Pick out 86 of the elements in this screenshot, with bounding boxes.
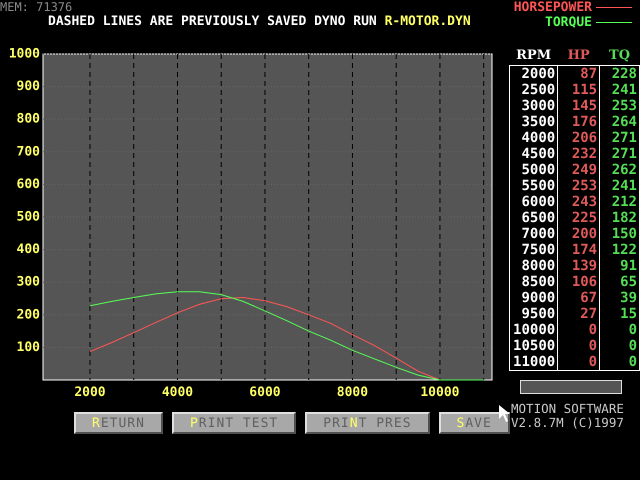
table-cell: 2000 (510, 66, 558, 82)
column-header: RPM (510, 48, 558, 66)
table-cell: 87 (558, 66, 600, 82)
table-cell: 106 (558, 274, 600, 290)
table-cell: 27 (558, 306, 600, 322)
table-cell: 262 (600, 162, 640, 178)
table-cell: 271 (600, 130, 640, 146)
x-axis-label: 8000 (336, 385, 368, 400)
table-cell: 0 (600, 322, 640, 338)
table-cell: 39 (600, 290, 640, 306)
table-cell: 139 (558, 258, 600, 274)
table-cell: 91 (600, 258, 640, 274)
menu-button[interactable]: SAVE (438, 412, 510, 434)
table-cell: 3500 (510, 114, 558, 130)
y-axis-label: 600 (16, 176, 40, 192)
y-axis-label: 500 (16, 210, 40, 225)
chart-title: DASHED LINES ARE PREVIOUSLY SAVED DYNO RUN R-MOTOR.DYN (47, 14, 472, 30)
table-cell: 15 (600, 306, 640, 322)
legend-label: TORQUE (545, 15, 592, 30)
table-cell: 6000 (510, 194, 558, 210)
table-cell: 243 (558, 194, 600, 210)
table-cell: 122 (600, 242, 640, 258)
table-cell: 4500 (510, 146, 558, 162)
menu-button[interactable]: PRI NT PRES (305, 412, 430, 434)
table-cell: 174 (558, 242, 600, 258)
table-cell: 225 (558, 210, 600, 226)
table-cell: 11000 (510, 354, 558, 370)
table-cell: 253 (558, 178, 600, 194)
y-axis-label: 800 (16, 112, 40, 127)
x-axis-label: 10000 (420, 385, 460, 400)
table-cell: 232 (558, 146, 600, 162)
table-cell: 9500 (510, 306, 558, 322)
table-cell: 253 (600, 98, 640, 114)
table-cell: 241 (600, 178, 640, 194)
legend-label: HORSEPOWER (514, 0, 592, 15)
menu-button[interactable]: PRINT TEST (172, 412, 296, 434)
y-axis-label: 200 (16, 307, 40, 322)
table-cell: 200 (558, 226, 600, 242)
table-cell: 65 (600, 274, 640, 290)
y-axis-label: 300 (16, 274, 40, 290)
table-cell: 115 (558, 82, 600, 98)
table-cell: 67 (558, 290, 600, 306)
table-cell: 5500 (510, 178, 558, 194)
table-cell: 150 (600, 226, 640, 242)
column-header: HP (558, 48, 600, 66)
y-axis-label: 100 (16, 340, 40, 355)
table-cell: 0 (558, 338, 600, 354)
table-cell: 10500 (510, 338, 558, 354)
column-header: TQ (600, 48, 640, 66)
y-axis-label: 700 (16, 144, 40, 160)
table-cell: 4000 (510, 130, 558, 146)
table-cell: 182 (600, 210, 640, 226)
table-cell: 206 (558, 130, 600, 146)
table-cell: 8500 (510, 274, 558, 290)
table-cell: 8000 (510, 258, 558, 274)
table-cell: 0 (558, 322, 600, 338)
table-cell: 3000 (510, 98, 558, 114)
table-cell: 241 (600, 82, 640, 98)
mouse-pointer-icon (499, 405, 511, 423)
x-axis-label: 6000 (249, 385, 281, 400)
version-text: V2.8.7M (C)1997 (511, 416, 625, 430)
table-cell: 7000 (510, 226, 558, 242)
table-cell: 212 (600, 194, 640, 210)
table-cell: 0 (600, 354, 640, 370)
table-cell: 145 (558, 98, 600, 114)
x-axis-label: 4000 (162, 385, 194, 400)
version-text: MOTION SOFTWARE (511, 402, 625, 416)
table-cell: 0 (600, 338, 640, 354)
table-cell: 5000 (510, 162, 558, 178)
table-cell: 176 (558, 114, 600, 130)
menu-button[interactable]: RETURN (74, 412, 163, 434)
table-cell: 228 (600, 66, 640, 82)
y-axis-label: 400 (16, 242, 40, 258)
table-cell: 264 (600, 114, 640, 130)
x-axis-label: 2000 (74, 385, 106, 400)
y-axis-label: 1000 (8, 46, 40, 62)
table-cell: 6500 (510, 210, 558, 226)
memory-readout: MEM: 71376 (0, 0, 74, 14)
table-cell: 249 (558, 162, 600, 178)
table-cell: 0 (558, 354, 600, 370)
table-cell: 2500 (510, 82, 558, 98)
table-cell: 10000 (510, 322, 558, 338)
table-cell: 7500 (510, 242, 558, 258)
table-cell: 9000 (510, 290, 558, 306)
table-cell: 271 (600, 146, 640, 162)
y-axis-label: 900 (16, 79, 40, 94)
